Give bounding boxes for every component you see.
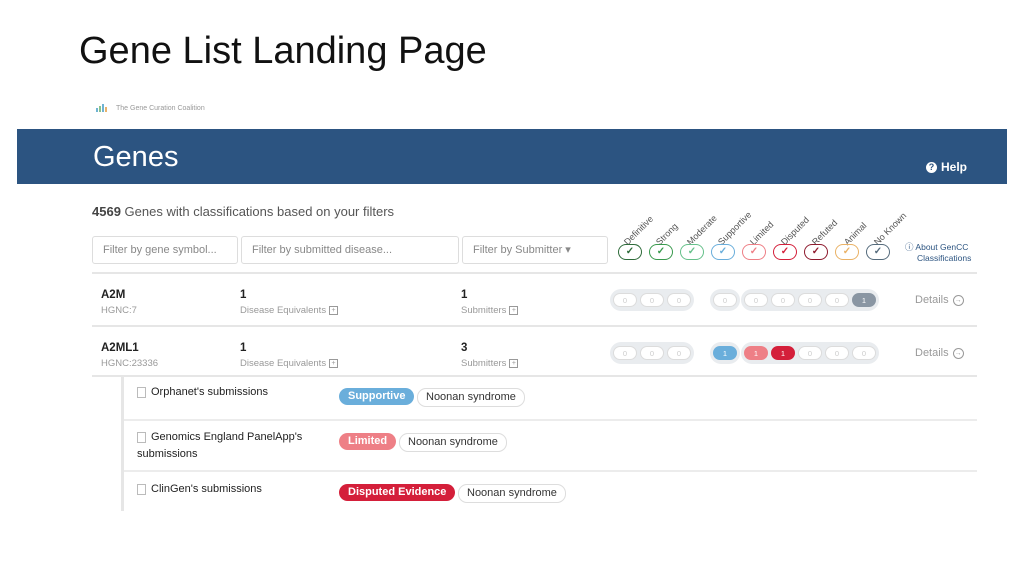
classification-pill-group: 0	[710, 289, 740, 311]
document-icon	[137, 386, 146, 398]
about-gencc-link[interactable]: ⓘ About GenCC Classifications	[905, 242, 971, 264]
expand-icon: +	[329, 358, 339, 368]
submission-source: Orphanet's submissions	[137, 384, 268, 401]
arrow-right-circle-icon: →	[952, 347, 964, 359]
disease-equivalents-label[interactable]: Disease Equivalents +	[240, 305, 339, 316]
classification-pill-group: 11000	[741, 342, 879, 364]
classification-badge: Supportive	[339, 388, 415, 405]
disease-count: 1	[240, 342, 247, 354]
submitters-label[interactable]: Submitters +	[461, 305, 519, 316]
details-link[interactable]: Details →	[915, 294, 964, 306]
submitter-count: 1	[461, 289, 468, 301]
classification-badge: Limited	[339, 433, 397, 450]
results-count: 4569	[92, 204, 121, 219]
disease-tag[interactable]: Noonan syndrome	[399, 433, 507, 452]
toggle-refuted-check-icon[interactable]: ✓	[804, 244, 828, 260]
legend-label-limited: Limited	[747, 219, 776, 247]
header-banner: Genes ? Help	[17, 129, 1007, 184]
row-divider	[92, 272, 977, 274]
results-summary: 4569 Genes with classifications based on…	[92, 204, 394, 219]
expand-icon: +	[329, 305, 339, 315]
count-pill-refuted[interactable]: 0	[798, 346, 822, 360]
row-divider	[92, 325, 977, 327]
help-label: Help	[940, 160, 967, 174]
submitters-label[interactable]: Submitters +	[461, 358, 519, 369]
submission-source: ClinGen's submissions	[137, 481, 262, 498]
legend-label-no-known: No Known	[871, 210, 909, 247]
gene-hgnc-id: HGNC:23336	[101, 358, 159, 369]
details-link[interactable]: Details →	[915, 347, 964, 359]
disease-tag[interactable]: Noonan syndrome	[417, 388, 525, 407]
toggle-moderate-check-icon[interactable]: ✓	[680, 244, 704, 260]
gene-symbol[interactable]: A2ML1	[101, 342, 139, 354]
classification-pill-group: 1	[710, 342, 740, 364]
count-pill-refuted[interactable]: 0	[798, 293, 822, 307]
logo-mark-icon	[96, 104, 112, 112]
submission-source: Genomics England PanelApp's submissions	[137, 431, 303, 460]
question-circle-icon: ⓘ	[905, 242, 914, 252]
count-pill-definitive[interactable]: 0	[613, 346, 637, 360]
document-icon	[137, 431, 146, 443]
about-line-1: About GenCC	[915, 242, 969, 252]
classification-legend-labels: Definitive Strong Moderate Supportive Li…	[617, 197, 917, 247]
count-pill-supportive[interactable]: 1	[713, 346, 737, 360]
legend-label-definitive: Definitive	[621, 213, 656, 247]
disease-filter[interactable]: Filter by submitted disease...	[241, 236, 459, 264]
legend-label-refuted: Refuted	[809, 217, 840, 247]
submitter-count: 3	[461, 342, 468, 354]
about-line-2: Classifications	[917, 253, 972, 263]
toggle-disputed-check-icon[interactable]: ✓	[773, 244, 797, 260]
logo-text: The Gene Curation Coalition	[116, 104, 205, 112]
document-icon	[137, 483, 146, 495]
count-pill-strong[interactable]: 0	[640, 293, 664, 307]
count-pill-animal[interactable]: 0	[825, 293, 849, 307]
gene-symbol-filter[interactable]: Filter by gene symbol...	[92, 236, 238, 264]
count-pill-disputed[interactable]: 1	[771, 346, 795, 360]
screenshot-panel: Genes ? Help 4569 Genes with classificat…	[17, 129, 1007, 519]
toggle-no-known-check-icon[interactable]: ✓	[866, 244, 890, 260]
results-text: Genes with classifications based on your…	[124, 204, 395, 219]
count-pill-disputed[interactable]: 0	[771, 293, 795, 307]
page-title: Genes	[93, 141, 179, 173]
count-pill-animal[interactable]: 0	[825, 346, 849, 360]
count-pill-strong[interactable]: 0	[640, 346, 664, 360]
slide-title: Gene List Landing Page	[79, 30, 487, 72]
count-pill-supportive[interactable]: 0	[713, 293, 737, 307]
legend-label-moderate: Moderate	[684, 213, 719, 247]
classification-pill-group: 000	[610, 342, 694, 364]
toggle-supportive-check-icon[interactable]: ✓	[711, 244, 735, 260]
legend-label-supportive: Supportive	[715, 209, 754, 247]
gene-symbol[interactable]: A2M	[101, 289, 125, 301]
toggle-strong-check-icon[interactable]: ✓	[649, 244, 673, 260]
count-pill-moderate[interactable]: 0	[667, 346, 691, 360]
count-pill-no-known[interactable]: 1	[852, 293, 876, 307]
disease-equivalents-label[interactable]: Disease Equivalents +	[240, 358, 339, 369]
disease-tag[interactable]: Noonan syndrome	[458, 484, 566, 503]
classification-badge: Disputed Evidence	[339, 484, 456, 501]
toggle-definitive-check-icon[interactable]: ✓	[618, 244, 642, 260]
toggle-animal-check-icon[interactable]: ✓	[835, 244, 859, 260]
question-circle-icon: ?	[925, 161, 937, 173]
arrow-right-circle-icon: →	[952, 294, 964, 306]
expand-icon: +	[509, 358, 519, 368]
toggle-limited-check-icon[interactable]: ✓	[742, 244, 766, 260]
gene-hgnc-id: HGNC:7	[101, 305, 137, 316]
expand-icon: +	[509, 305, 519, 315]
row-divider	[124, 419, 977, 421]
disease-count: 1	[240, 289, 247, 301]
classification-pill-group: 00001	[741, 289, 879, 311]
row-divider	[124, 470, 977, 472]
count-pill-definitive[interactable]: 0	[613, 293, 637, 307]
help-link[interactable]: ? Help	[925, 160, 967, 174]
legend-label-disputed: Disputed	[778, 214, 812, 247]
submitter-filter[interactable]: Filter by Submitter ▾	[462, 236, 608, 264]
gencc-logo: The Gene Curation Coalition	[96, 104, 205, 112]
classification-pill-group: 000	[610, 289, 694, 311]
count-pill-no-known[interactable]: 0	[852, 346, 876, 360]
count-pill-limited[interactable]: 0	[744, 293, 768, 307]
count-pill-moderate[interactable]: 0	[667, 293, 691, 307]
count-pill-limited[interactable]: 1	[744, 346, 768, 360]
